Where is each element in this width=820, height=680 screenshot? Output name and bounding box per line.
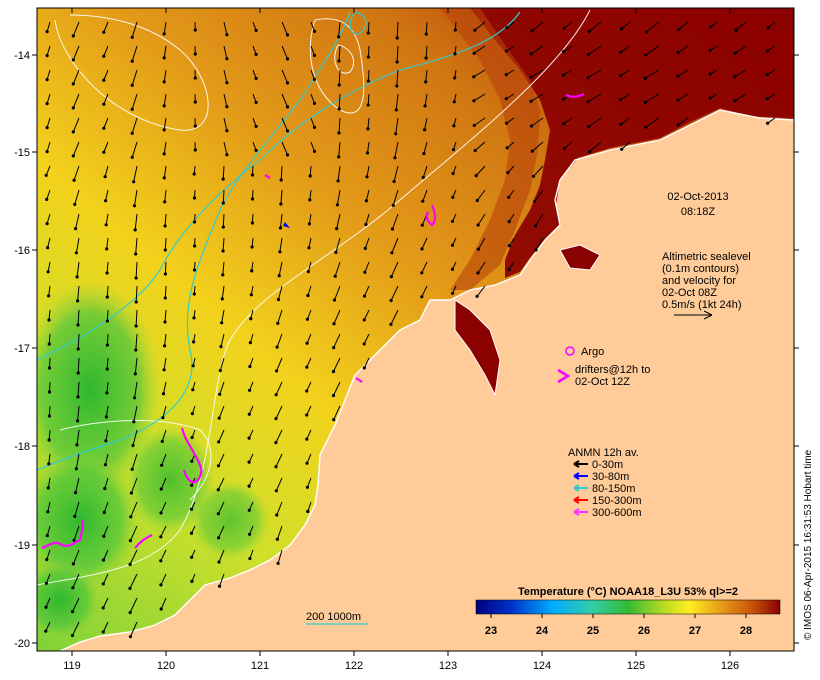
map-time: 08:18Z (681, 206, 716, 218)
colorbar-title: Temperature (°C) NOAA18_L3U 53% ql>=2 (518, 586, 738, 598)
y-tick-label: -18 (14, 441, 30, 453)
plot-area (37, 8, 794, 651)
colorbar-tick-label: 23 (485, 625, 497, 637)
colorbar-tick-label: 28 (740, 625, 752, 637)
colorbar-scale (475, 599, 781, 615)
bathy-label: 200 1000m (306, 611, 361, 623)
x-tick-label: 126 (721, 660, 739, 672)
anmn-item-label: 300-600m (592, 507, 642, 519)
y-tick-label: -20 (14, 638, 30, 650)
credit-text: © IMOS 06-Apr-2015 16:31:53 Hobart time (803, 449, 814, 640)
anmn-item-label: 80-150m (592, 483, 635, 495)
y-tick-label: -14 (14, 50, 30, 62)
x-tick-label: 123 (439, 660, 457, 672)
anmn-item-label: 0-30m (592, 459, 623, 471)
bathy-legend: 200 1000m (306, 611, 368, 625)
sst-map: 02-Oct-2013 08:18Z Altimetric sealevel (… (0, 0, 820, 680)
anmn-item-label: 30-80m (592, 471, 629, 483)
map-date: 02-Oct-2013 (667, 191, 728, 203)
x-tick-label: 121 (251, 660, 269, 672)
y-tick-label: -17 (14, 343, 30, 355)
altimetry-line: and velocity for (662, 275, 736, 287)
altimetry-line: 02-Oct 08Z (662, 287, 717, 299)
altimetry-line: 0.5m/s (1kt 24h) (662, 299, 741, 311)
drifter-line: 02-Oct 12Z (575, 376, 630, 388)
x-tick-label: 125 (627, 660, 645, 672)
x-tick-label: 124 (533, 660, 551, 672)
altimetry-line: Altimetric sealevel (662, 251, 751, 263)
x-tick-label: 122 (345, 660, 363, 672)
anmn-title: ANMN 12h av. (568, 447, 639, 459)
colorbar-tick-label: 26 (638, 625, 650, 637)
altimetry-line: (0.1m contours) (662, 263, 739, 275)
drifter-line: drifters@12h to (575, 364, 650, 376)
x-tick-label: 119 (63, 660, 81, 672)
colorbar-tick-label: 27 (689, 625, 701, 637)
y-tick-label: -19 (14, 540, 30, 552)
argo-label: Argo (581, 346, 604, 358)
x-tick-label: 120 (157, 660, 175, 672)
colorbar-tick-label: 24 (536, 625, 549, 637)
anmn-item-label: 150-300m (592, 495, 642, 507)
y-tick-label: -15 (14, 147, 30, 159)
colorbar-tick-label: 25 (587, 625, 599, 637)
y-tick-label: -16 (14, 245, 30, 257)
